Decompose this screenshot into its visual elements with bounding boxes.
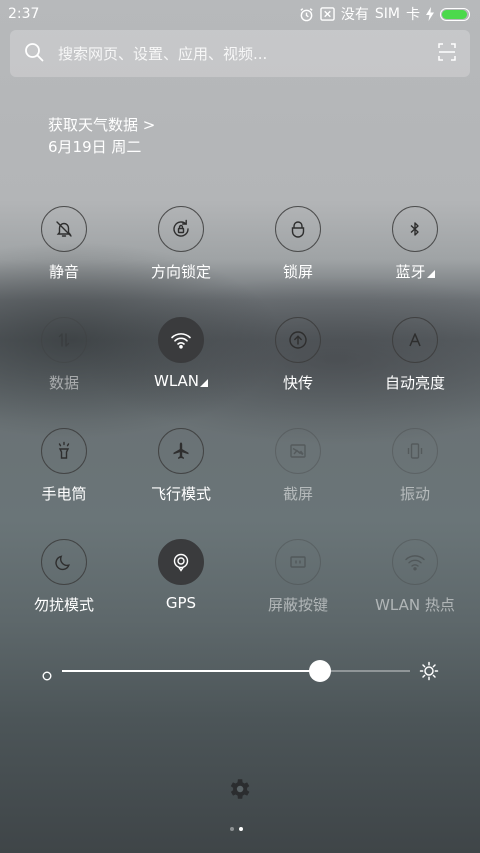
toggle-data[interactable]: 数据 — [9, 317, 119, 393]
status-time: 2:37 — [8, 6, 40, 22]
quick-transfer-icon — [275, 317, 321, 363]
hotspot-icon — [392, 539, 438, 585]
search-icon — [24, 42, 44, 66]
toggle-label: 屏蔽按键 — [267, 596, 328, 614]
data-icon — [41, 317, 87, 363]
toggle-label: WLAN 热点 — [375, 596, 455, 614]
wifi-icon — [158, 317, 204, 363]
sun-icon — [419, 661, 439, 685]
toggle-hotspot[interactable]: WLAN 热点 — [360, 539, 470, 615]
expand-corner-icon — [426, 263, 435, 281]
search-bar[interactable] — [10, 30, 470, 77]
toggle-flashlight[interactable]: 手电筒 — [9, 428, 119, 504]
expand-corner-icon — [199, 372, 208, 390]
flashlight-icon — [41, 428, 87, 474]
status-bar: 2:37 没有 SIM 卡 — [0, 0, 480, 28]
toggle-screenshot[interactable]: 截屏 — [243, 428, 353, 504]
toggle-label: 蓝牙 — [360, 261, 470, 282]
vibrate-icon — [392, 428, 438, 474]
battery-fill — [442, 9, 467, 19]
scan-icon[interactable] — [438, 42, 456, 65]
brightness-fill — [62, 670, 320, 672]
toggle-lock[interactable]: 锁屏 — [243, 206, 353, 282]
auto-brightness-icon — [392, 317, 438, 363]
page-indicator — [230, 827, 243, 831]
toggle-block-keys[interactable]: 屏蔽按键 — [243, 539, 353, 615]
gps-icon — [158, 539, 204, 585]
toggle-label: 快传 — [282, 374, 313, 392]
toggle-rotation-lock[interactable]: 方向锁定 — [126, 206, 236, 282]
page-dot — [230, 827, 234, 831]
bell-mute-icon — [41, 206, 87, 252]
block-keys-icon — [275, 539, 321, 585]
brightness-track[interactable] — [62, 660, 410, 682]
toggle-quick-transfer[interactable]: 快传 — [243, 317, 353, 393]
search-input[interactable] — [56, 43, 438, 64]
brightness-slider[interactable] — [42, 659, 442, 683]
toggle-bell-mute[interactable]: 静音 — [9, 206, 119, 282]
weather-date: 6月19日 周二 — [48, 138, 142, 156]
toggle-moon[interactable]: 勿扰模式 — [9, 539, 119, 615]
battery-icon — [440, 7, 470, 21]
status-no-label: 没有 — [340, 7, 369, 23]
rotation-lock-icon — [158, 206, 204, 252]
toggle-auto-brightness[interactable]: 自动亮度 — [360, 317, 470, 393]
toggle-airplane[interactable]: 飞行模式 — [126, 428, 236, 504]
toggle-label: WLAN — [126, 372, 236, 390]
brightness-thumb[interactable] — [308, 660, 331, 682]
toggle-wifi[interactable]: WLAN — [126, 317, 236, 390]
toggle-label: 勿扰模式 — [33, 596, 94, 614]
toggle-label: 飞行模式 — [150, 485, 211, 503]
moon-icon — [41, 539, 87, 585]
weather-link[interactable]: 获取天气数据 > — [48, 114, 155, 136]
brightness-low-icon — [42, 666, 52, 685]
lock-icon — [275, 206, 321, 252]
status-card-label: 卡 — [406, 7, 420, 23]
no-sim-icon — [320, 7, 335, 21]
toggle-label: 静音 — [48, 263, 79, 281]
toggle-label: 振动 — [399, 485, 430, 503]
toggle-label: 截屏 — [282, 485, 313, 503]
bluetooth-icon — [392, 206, 438, 252]
airplane-icon — [158, 428, 204, 474]
page-dot-active — [239, 827, 243, 831]
weather-widget[interactable]: 获取天气数据 > 6月19日 周二 — [48, 114, 155, 158]
charging-icon — [426, 7, 434, 21]
toggle-label: 自动亮度 — [384, 374, 445, 392]
toggle-label: 手电筒 — [41, 485, 87, 503]
toggle-gps[interactable]: GPS — [126, 539, 236, 612]
screenshot-icon — [275, 428, 321, 474]
toggle-label: 数据 — [48, 374, 79, 392]
gear-icon[interactable] — [226, 776, 252, 802]
toggle-label: 方向锁定 — [150, 263, 211, 281]
toggle-bluetooth[interactable]: 蓝牙 — [360, 206, 470, 282]
toggle-label: GPS — [165, 594, 197, 612]
toggle-vibrate[interactable]: 振动 — [360, 428, 470, 504]
alarm-icon — [299, 7, 314, 22]
status-sim-label: SIM — [374, 6, 400, 22]
toggle-label: 锁屏 — [282, 263, 313, 281]
